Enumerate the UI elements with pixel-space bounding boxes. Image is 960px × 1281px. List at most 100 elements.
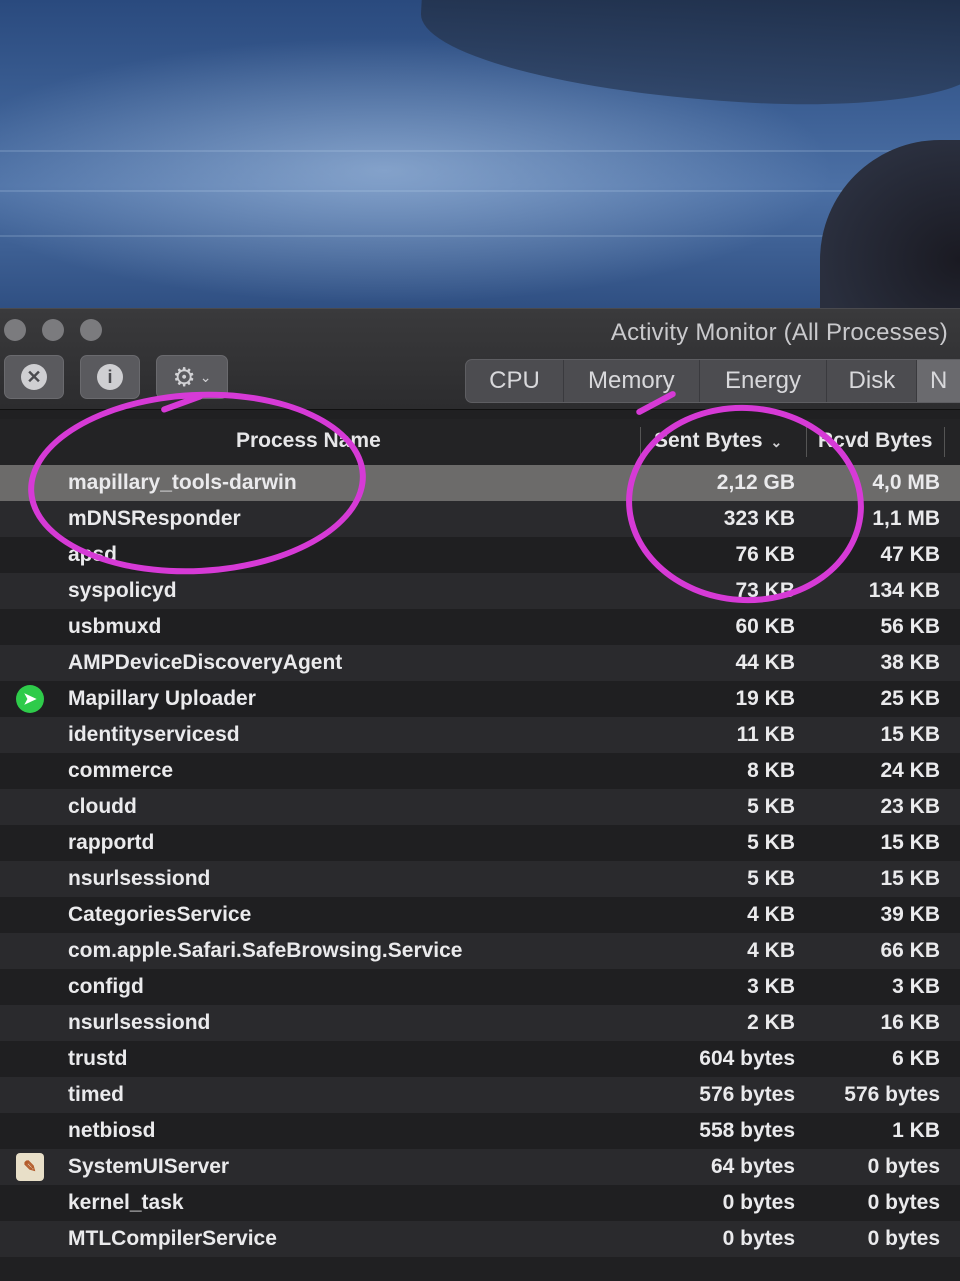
table-row[interactable]: nsurlsessiond 5 KB 15 KB: [0, 861, 960, 897]
table-header: Process Name Sent Bytes ⌄ Rcvd Bytes: [0, 419, 960, 466]
table-row[interactable]: CategoriesService 4 KB 39 KB: [0, 897, 960, 933]
process-name-cell: com.apple.Safari.SafeBrowsing.Service: [68, 939, 463, 962]
table-row[interactable]: apsd 76 KB 47 KB: [0, 537, 960, 573]
table-row[interactable]: netbiosd 558 bytes 1 KB: [0, 1113, 960, 1149]
table-row[interactable]: nsurlsessiond 2 KB 16 KB: [0, 1005, 960, 1041]
process-name-cell: SystemUIServer: [68, 1155, 230, 1178]
sent-bytes-cell: 2 KB: [747, 1011, 795, 1034]
column-header-process-name[interactable]: Process Name: [236, 429, 381, 453]
rcvd-bytes-cell: 15 KB: [880, 831, 940, 854]
table-row[interactable]: AMPDeviceDiscoveryAgent 44 KB 38 KB: [0, 645, 960, 681]
info-icon: i: [97, 364, 123, 390]
column-separator[interactable]: [640, 427, 641, 457]
rcvd-bytes-cell: 4,0 MB: [872, 471, 940, 494]
zoom-window-button[interactable]: [80, 319, 102, 341]
column-header-sent-bytes[interactable]: Sent Bytes ⌄: [654, 429, 782, 453]
table-row[interactable]: ➤ Mapillary Uploader 19 KB 25 KB: [0, 681, 960, 717]
tab-bar: CPU Memory Energy Disk N: [465, 359, 960, 403]
systemuiserver-icon: ✎: [16, 1153, 44, 1181]
tab-cpu[interactable]: CPU: [466, 360, 565, 402]
process-name-cell: mapillary_tools-darwin: [68, 471, 297, 494]
tab-memory[interactable]: Memory: [564, 360, 700, 402]
table-row[interactable]: mDNSResponder 323 KB 1,1 MB: [0, 501, 960, 537]
table-row[interactable]: com.apple.Safari.SafeBrowsing.Service 4 K…: [0, 933, 960, 969]
column-separator[interactable]: [806, 427, 807, 457]
sent-bytes-cell: 73 KB: [735, 579, 795, 602]
action-menu-button[interactable]: ⚙ ⌄: [156, 355, 228, 399]
process-name-cell: AMPDeviceDiscoveryAgent: [68, 651, 343, 674]
table-row[interactable]: mapillary_tools-darwin 2,12 GB 4,0 MB: [0, 465, 960, 501]
close-window-button[interactable]: [4, 319, 26, 341]
sent-bytes-cell: 576 bytes: [699, 1083, 795, 1106]
sent-bytes-cell: 0 bytes: [722, 1191, 795, 1214]
rcvd-bytes-cell: 16 KB: [880, 1011, 940, 1034]
table-row[interactable]: MTLCompilerService 0 bytes 0 bytes: [0, 1221, 960, 1257]
sent-bytes-cell: 5 KB: [747, 795, 795, 818]
table-row[interactable]: commerce 8 KB 24 KB: [0, 753, 960, 789]
tab-network[interactable]: N: [917, 360, 960, 402]
rcvd-bytes-cell: 1 KB: [892, 1119, 940, 1142]
rcvd-bytes-cell: 576 bytes: [844, 1083, 940, 1106]
rcvd-bytes-cell: 134 KB: [868, 579, 940, 602]
wallpaper-rock-top: [417, 0, 960, 115]
rcvd-bytes-cell: 38 KB: [880, 651, 940, 674]
rcvd-bytes-cell: 39 KB: [880, 903, 940, 926]
process-name-cell: cloudd: [68, 795, 137, 818]
sent-bytes-cell: 4 KB: [747, 939, 795, 962]
rcvd-bytes-cell: 0 bytes: [867, 1191, 940, 1214]
table-row[interactable]: cloudd 5 KB 23 KB: [0, 789, 960, 825]
table-row[interactable]: identityservicesd 11 KB 15 KB: [0, 717, 960, 753]
column-header-rcvd-bytes[interactable]: Rcvd Bytes: [818, 429, 932, 453]
rcvd-bytes-cell: 15 KB: [880, 723, 940, 746]
process-name-cell: MTLCompilerService: [68, 1227, 277, 1250]
sent-bytes-cell: 2,12 GB: [716, 471, 795, 494]
wallpaper-wave: [0, 235, 960, 237]
wallpaper-rock-right: [820, 140, 960, 310]
sent-bytes-cell: 5 KB: [747, 831, 795, 854]
wallpaper-wave: [0, 190, 960, 192]
tab-disk[interactable]: Disk: [827, 360, 918, 402]
gear-icon: ⚙: [172, 362, 196, 392]
desktop-wallpaper: [0, 0, 960, 310]
column-separator[interactable]: [944, 427, 945, 457]
stop-process-button[interactable]: ✕: [4, 355, 64, 399]
table-row[interactable]: ✎ SystemUIServer 64 bytes 0 bytes: [0, 1149, 960, 1185]
rcvd-bytes-cell: 66 KB: [880, 939, 940, 962]
table-row[interactable]: kernel_task 0 bytes 0 bytes: [0, 1185, 960, 1221]
sent-bytes-cell: 44 KB: [735, 651, 795, 674]
rcvd-bytes-cell: 47 KB: [880, 543, 940, 566]
process-name-cell: mDNSResponder: [68, 507, 241, 530]
table-row[interactable]: trustd 604 bytes 6 KB: [0, 1041, 960, 1077]
process-name-cell: syspolicyd: [68, 579, 177, 602]
process-name-cell: identityservicesd: [68, 723, 240, 746]
sent-bytes-cell: 64 bytes: [710, 1155, 795, 1178]
process-name-cell: commerce: [68, 759, 174, 782]
rcvd-bytes-cell: 56 KB: [880, 615, 940, 638]
sent-bytes-cell: 60 KB: [735, 615, 795, 638]
table-row[interactable]: timed 576 bytes 576 bytes: [0, 1077, 960, 1113]
sent-bytes-cell: 4 KB: [747, 903, 795, 926]
rcvd-bytes-cell: 3 KB: [892, 975, 940, 998]
process-name-cell: apsd: [68, 543, 118, 566]
table-row[interactable]: configd 3 KB 3 KB: [0, 969, 960, 1005]
sent-bytes-cell: 5 KB: [747, 867, 795, 890]
process-name-cell: configd: [68, 975, 144, 998]
process-name-cell: kernel_task: [68, 1191, 184, 1214]
x-circle-icon: ✕: [21, 364, 47, 390]
inspect-process-button[interactable]: i: [80, 355, 140, 399]
sent-bytes-cell: 8 KB: [747, 759, 795, 782]
wallpaper-wave: [0, 150, 960, 152]
table-row[interactable]: syspolicyd 73 KB 134 KB: [0, 573, 960, 609]
tab-energy[interactable]: Energy: [700, 360, 828, 402]
sent-bytes-cell: 11 KB: [736, 723, 795, 746]
process-name-cell: rapportd: [68, 831, 155, 854]
rcvd-bytes-cell: 23 KB: [880, 795, 940, 818]
mapillary-app-icon: ➤: [16, 685, 44, 713]
sent-bytes-cell: 0 bytes: [722, 1227, 795, 1250]
title-bar: Activity Monitor (All Processes) ✕ i ⚙ ⌄…: [0, 309, 960, 410]
table-row[interactable]: rapportd 5 KB 15 KB: [0, 825, 960, 861]
sent-bytes-cell: 604 bytes: [699, 1047, 795, 1070]
process-name-cell: nsurlsessiond: [68, 867, 211, 890]
table-row[interactable]: usbmuxd 60 KB 56 KB: [0, 609, 960, 645]
minimize-window-button[interactable]: [42, 319, 64, 341]
